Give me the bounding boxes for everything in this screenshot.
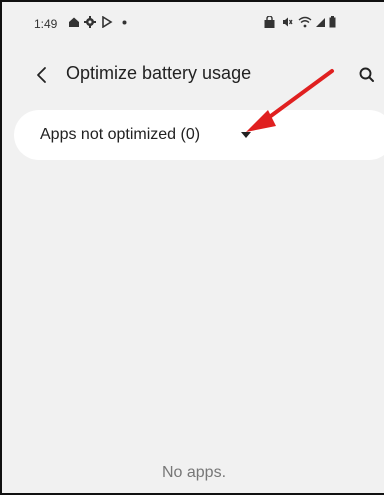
caret-down-icon — [241, 132, 251, 138]
signal-icon — [316, 18, 325, 27]
search-button[interactable] — [356, 64, 378, 86]
lock-icon — [264, 16, 275, 28]
status-time: 1:49 — [34, 17, 58, 31]
empty-state-text: No apps. — [161, 464, 227, 481]
chevron-left-icon — [37, 67, 46, 83]
app-filter-dropdown[interactable]: Apps not optimized (0) — [14, 110, 384, 160]
wifi-icon — [298, 16, 312, 28]
search-icon — [359, 67, 374, 82]
page-title: Optimize battery usage — [66, 63, 252, 83]
home-icon — [69, 17, 79, 27]
battery-icon — [329, 16, 336, 28]
mute-icon — [283, 17, 293, 27]
dot-icon — [122, 20, 127, 25]
play-icon — [102, 16, 113, 28]
status-bar: 1:49 — [2, 2, 384, 40]
back-button[interactable] — [32, 64, 54, 86]
gear-icon — [84, 16, 96, 28]
screen: 1:49 Optimize battery usage Apps not opt… — [0, 0, 384, 495]
filter-label: Apps not optimized (0) — [40, 126, 201, 143]
